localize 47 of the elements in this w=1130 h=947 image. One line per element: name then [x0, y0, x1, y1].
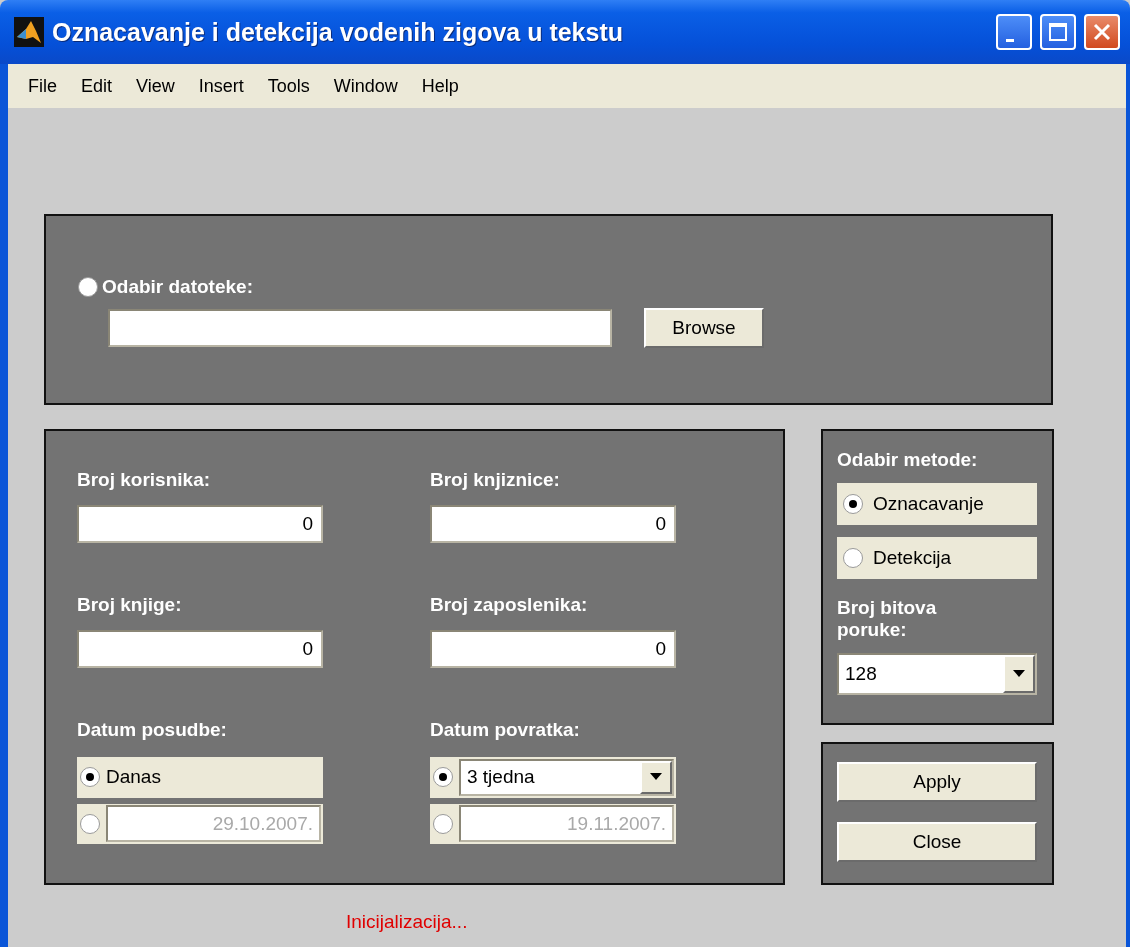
radio-button[interactable]: [843, 548, 863, 568]
menu-item[interactable]: Insert: [186, 75, 256, 97]
date-label: Datum povratka:: [430, 719, 581, 741]
close-icon: [1093, 23, 1111, 41]
method-option[interactable]: Detekcija: [837, 537, 1037, 579]
radio-button[interactable]: [80, 767, 100, 788]
menu-item[interactable]: File: [16, 75, 69, 97]
dropdown-button[interactable]: [640, 760, 672, 794]
field-label: Broj korisnika:: [77, 469, 212, 491]
radio-button[interactable]: [78, 277, 98, 297]
browse-button[interactable]: Browse: [644, 308, 764, 348]
field-label: Broj knjiznice:: [430, 469, 561, 491]
field-label: Broj zaposlenika:: [430, 594, 589, 616]
menu-item[interactable]: Tools: [255, 75, 322, 97]
app-logo-icon: [14, 17, 44, 47]
number-field[interactable]: 0: [77, 630, 323, 668]
method-option[interactable]: Oznacavanje: [837, 483, 1037, 525]
status-text: Inicijalizacija...: [346, 911, 469, 933]
maximize-icon: [1049, 23, 1067, 41]
bits-dropdown[interactable]: 128: [837, 653, 1037, 695]
field-label: Broj knjige:: [77, 594, 183, 616]
number-field[interactable]: 0: [430, 630, 676, 668]
maximize-button[interactable]: [1040, 14, 1076, 50]
menu-item[interactable]: View: [124, 75, 187, 97]
number-field[interactable]: 0: [77, 505, 323, 543]
number-field[interactable]: 0: [430, 505, 676, 543]
option-label: Danas: [106, 766, 161, 789]
bits-label: Broj bitova poruke:: [837, 597, 938, 641]
dropdown[interactable]: 3 tjedna: [459, 758, 674, 796]
caret-icon: [650, 773, 662, 782]
radio-button[interactable]: [433, 767, 453, 788]
radio-button[interactable]: [843, 494, 863, 514]
action-button[interactable]: Apply: [837, 762, 1037, 802]
menu-item[interactable]: Edit: [69, 75, 125, 97]
dropdown-button[interactable]: [1003, 655, 1035, 693]
file-label: Odabir datoteke:: [102, 276, 253, 298]
close-button[interactable]: [1084, 14, 1120, 50]
method-label: Odabir metode:: [837, 449, 979, 471]
menu-item[interactable]: Window: [321, 75, 410, 97]
date-label: Datum posudbe:: [77, 719, 228, 741]
window-title: Oznacavanje i detekcija vodenih zigova u tekstu: [52, 17, 625, 47]
caret-icon: [1013, 670, 1025, 678]
file-path-field[interactable]: [108, 309, 612, 347]
action-button[interactable]: Close: [837, 822, 1037, 862]
minimize-button[interactable]: [996, 14, 1032, 50]
minimize-icon: [1006, 38, 1014, 42]
menu-item[interactable]: Help: [409, 75, 471, 97]
